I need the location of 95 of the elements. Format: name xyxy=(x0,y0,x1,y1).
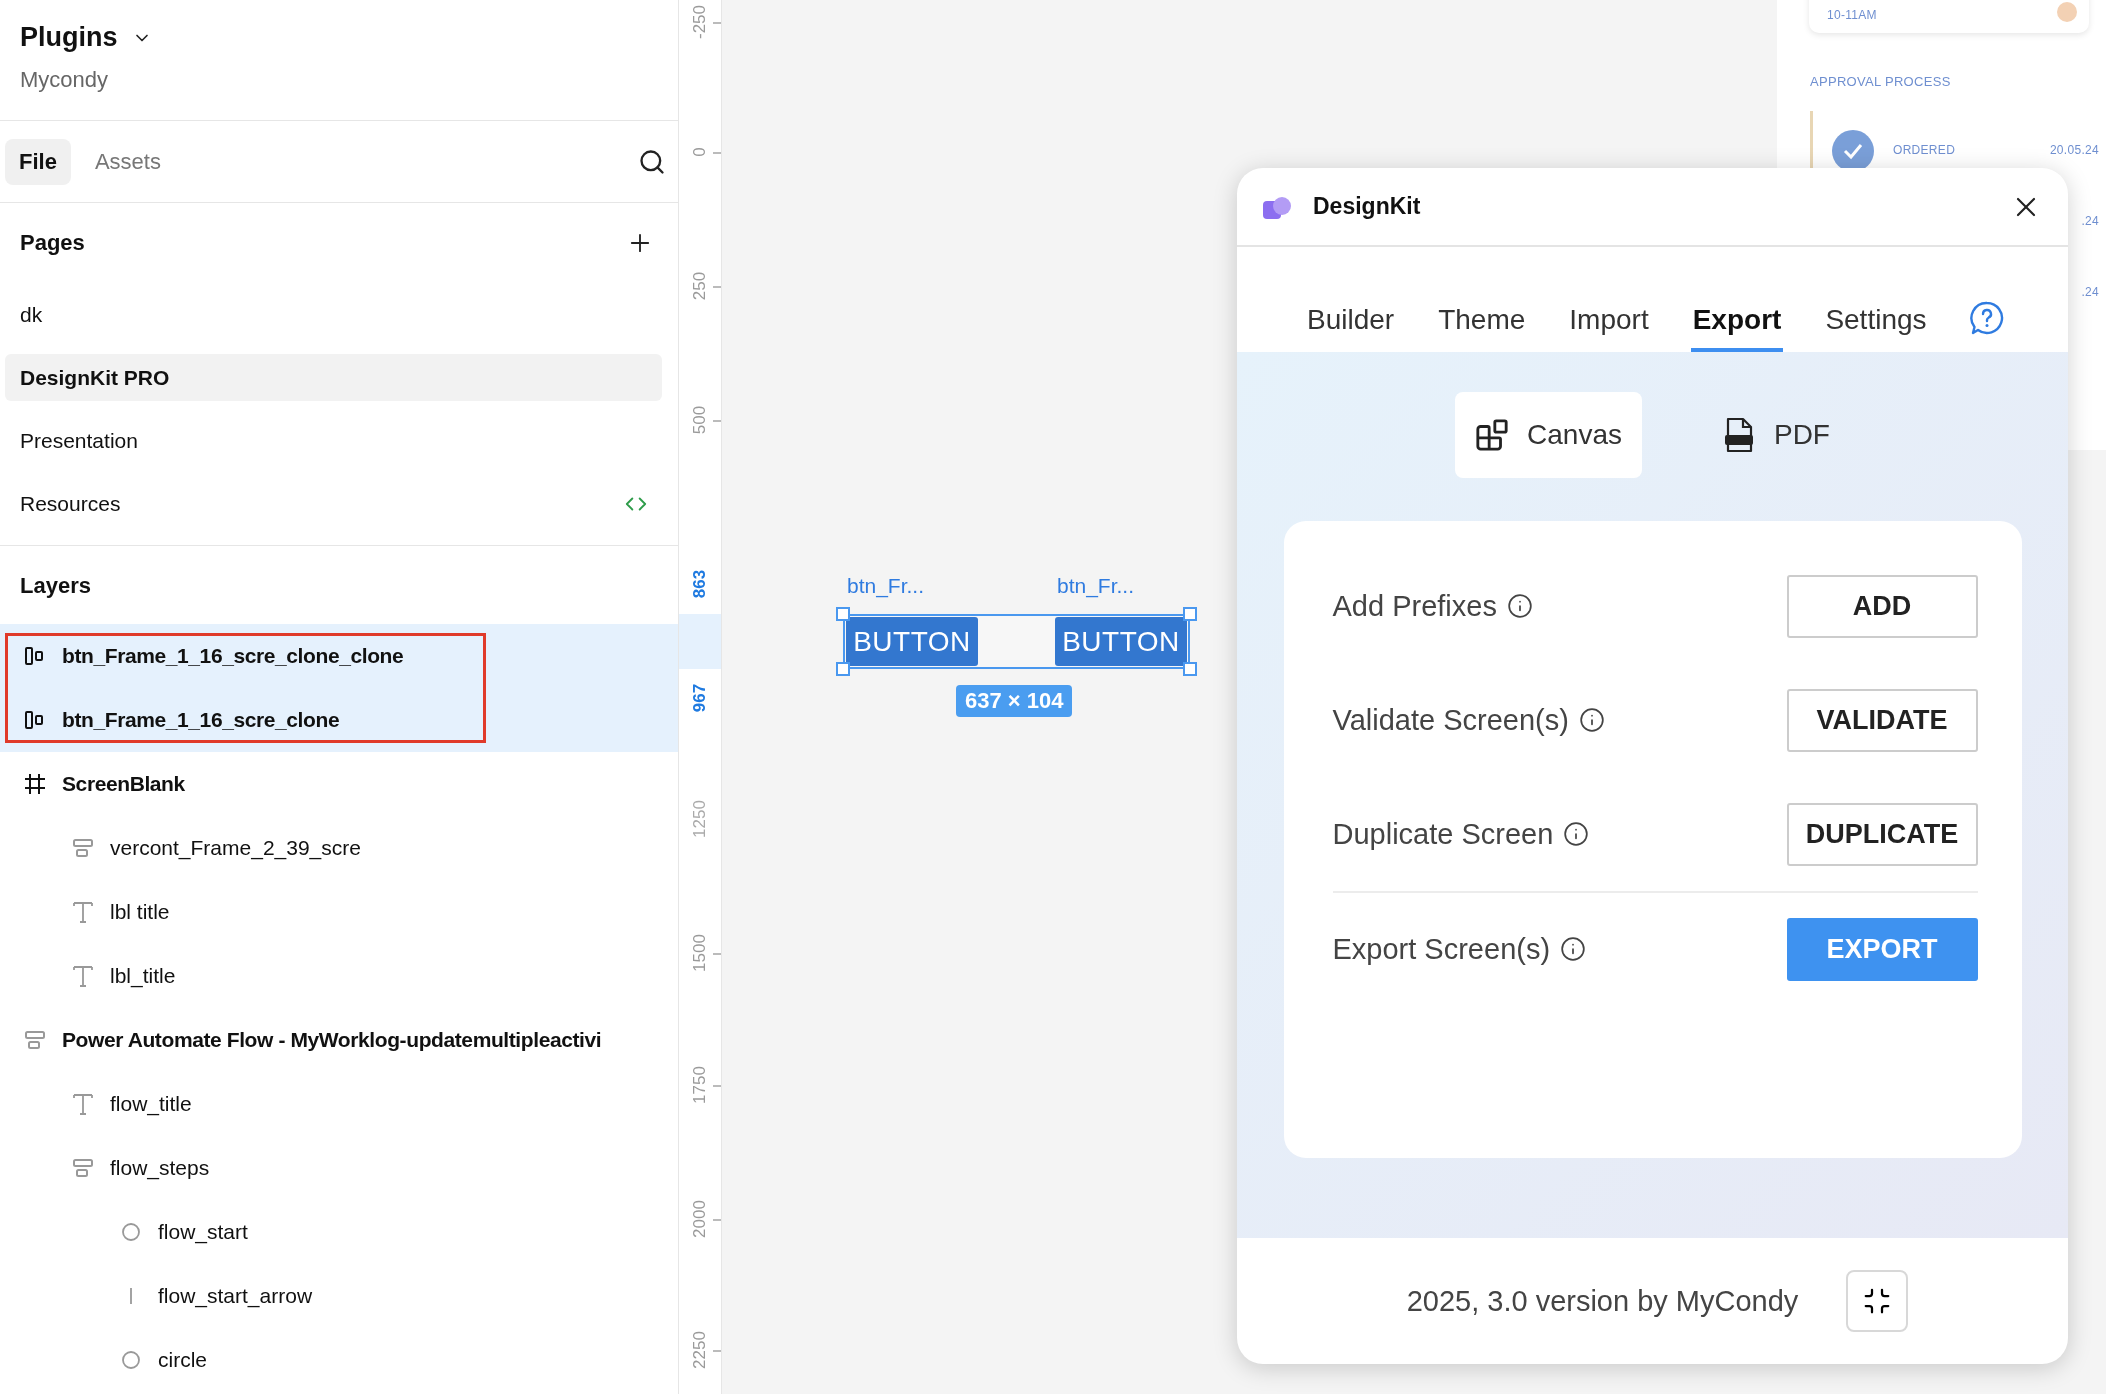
layer-name: flow_start_arrow xyxy=(158,1284,313,1308)
help-icon xyxy=(1968,300,2005,336)
sidebar-tab[interactable]: Assets xyxy=(80,138,175,185)
layer-name: ScreenBlank xyxy=(62,772,185,796)
mode-toggle[interactable]: Canvas xyxy=(1455,392,1642,478)
button-preview: BUTTON xyxy=(1055,617,1187,666)
layer-name: btn_Frame_1_16_scre_clone xyxy=(62,708,340,732)
plugin-tab[interactable]: Theme xyxy=(1436,304,1528,352)
action-button[interactable]: ADD xyxy=(1786,574,1978,638)
button-preview: BUTTON xyxy=(846,617,978,666)
plugin-title: DesignKit xyxy=(1313,193,1421,220)
layer-name: flow_title xyxy=(110,1092,192,1116)
plugin-tab[interactable]: Import xyxy=(1567,304,1651,352)
text-icon xyxy=(70,899,96,925)
page-item[interactable]: DesignKit PRO xyxy=(5,354,662,401)
resize-handle[interactable] xyxy=(836,607,850,621)
step-status: ORDERED xyxy=(1893,143,1956,157)
ruler-label: -250 xyxy=(690,5,710,39)
layer-name: circle xyxy=(158,1348,207,1372)
search-icon xyxy=(638,147,666,176)
ruler-label: 250 xyxy=(690,271,710,301)
ruler-label: 2250 xyxy=(690,1331,710,1369)
action-label: Add Prefixes xyxy=(1332,589,1497,623)
page-item[interactable]: dk xyxy=(5,291,662,338)
event-time: 10-11AM xyxy=(1827,8,1877,22)
page-name: dk xyxy=(20,302,43,327)
layer-item[interactable]: flow_steps xyxy=(0,1136,678,1200)
selection-frame[interactable]: BUTTON BUTTON xyxy=(843,614,1190,669)
info-icon[interactable] xyxy=(1506,593,1533,619)
line-icon xyxy=(130,1288,132,1304)
ruler-selection-band xyxy=(679,614,721,669)
collapse-button[interactable] xyxy=(1846,1270,1909,1332)
plugin-tab[interactable]: Builder xyxy=(1305,304,1397,352)
page-item[interactable]: Resources xyxy=(5,480,662,527)
resize-handle[interactable] xyxy=(836,662,850,676)
mode-toggle[interactable]: PDF xyxy=(1701,392,1850,478)
frame-icon xyxy=(22,771,48,797)
section-title: Layers xyxy=(20,573,91,599)
layer-item[interactable]: flow_start xyxy=(0,1200,678,1264)
layer-item[interactable]: btn_Frame_1_16_scre_clone_clone xyxy=(0,624,678,688)
action-label: Export Screen(s) xyxy=(1332,932,1551,966)
section-title: Pages xyxy=(20,230,85,256)
sidebar-title: Plugins xyxy=(20,22,118,53)
layer-item[interactable]: flow_title xyxy=(0,1072,678,1136)
ruler-label: 2000 xyxy=(690,1200,710,1238)
layer-item[interactable]: btn_Frame_1_16_scre_clone xyxy=(0,688,678,752)
layer-name: vercont_Frame_2_39_scre xyxy=(110,836,361,860)
layer-name: flow_steps xyxy=(110,1156,210,1180)
action-label: Validate Screen(s) xyxy=(1332,703,1569,737)
action-button[interactable]: DUPLICATE xyxy=(1786,802,1978,866)
layer-name: btn_Frame_1_16_scre_clone_clone xyxy=(62,644,404,668)
plugin-tab[interactable]: Settings xyxy=(1823,304,1929,352)
ruler-label: 967 xyxy=(690,683,710,713)
team-name: Mycondy xyxy=(20,67,110,93)
step-date: 20.05.24 xyxy=(2049,143,2099,157)
step-date: .24 xyxy=(2081,214,2099,228)
page-item[interactable]: Presentation xyxy=(5,417,662,464)
ruler-label: 1500 xyxy=(690,934,710,972)
ruler-label: 1250 xyxy=(690,800,710,838)
info-icon[interactable] xyxy=(1563,821,1590,847)
layer-item[interactable]: lbl title xyxy=(0,880,678,944)
layer-tag: btn_Fr... xyxy=(847,574,925,598)
info-icon[interactable] xyxy=(1578,707,1605,733)
layer-name: flow_start xyxy=(158,1220,248,1244)
action-label: Duplicate Screen xyxy=(1332,817,1554,851)
avatar-icon xyxy=(2057,2,2077,22)
ruler-label: 1750 xyxy=(690,1066,710,1104)
layer-item[interactable]: lbl_title xyxy=(0,944,678,1008)
layer-item[interactable]: flow_start_arrow xyxy=(0,1264,678,1328)
sidebar-tab[interactable]: File xyxy=(5,138,71,185)
blocks-icon xyxy=(1475,418,1510,452)
layer-item[interactable]: Power Automate Flow - MyWorklog-updatemultipleactivi xyxy=(0,1008,678,1072)
action-button[interactable]: VALIDATE xyxy=(1786,688,1978,752)
text-icon xyxy=(70,963,96,989)
page-name: Resources xyxy=(20,491,121,516)
ruler-label: 0 xyxy=(690,147,710,157)
section-heading: APPROVAL PROCESS xyxy=(1810,74,1951,89)
layer-name: lbl title xyxy=(110,900,170,924)
resize-handle[interactable] xyxy=(1183,607,1197,621)
ruler-label: 500 xyxy=(690,405,710,435)
text-icon xyxy=(70,1091,96,1117)
info-icon[interactable] xyxy=(1560,936,1587,962)
layer-item[interactable]: vercont_Frame_2_39_scre xyxy=(0,816,678,880)
layer-name: lbl_title xyxy=(110,964,176,988)
resize-handle[interactable] xyxy=(1183,662,1197,676)
page-name: DesignKit PRO xyxy=(20,365,170,390)
layer-item[interactable]: ScreenBlank xyxy=(0,752,678,816)
layer-item[interactable]: circle xyxy=(0,1328,678,1392)
size-badge: 637 × 104 xyxy=(956,685,1073,717)
version-text: 2025, 3.0 version by MyCondy xyxy=(1406,1284,1799,1318)
ruler-label: 863 xyxy=(690,569,710,599)
layer-name: Power Automate Flow - MyWorklog-updatemultipleactivi xyxy=(62,1028,602,1052)
step-date: .24 xyxy=(2081,285,2099,299)
layer-tag: btn_Fr... xyxy=(1057,574,1135,598)
page-name: Presentation xyxy=(20,428,138,453)
